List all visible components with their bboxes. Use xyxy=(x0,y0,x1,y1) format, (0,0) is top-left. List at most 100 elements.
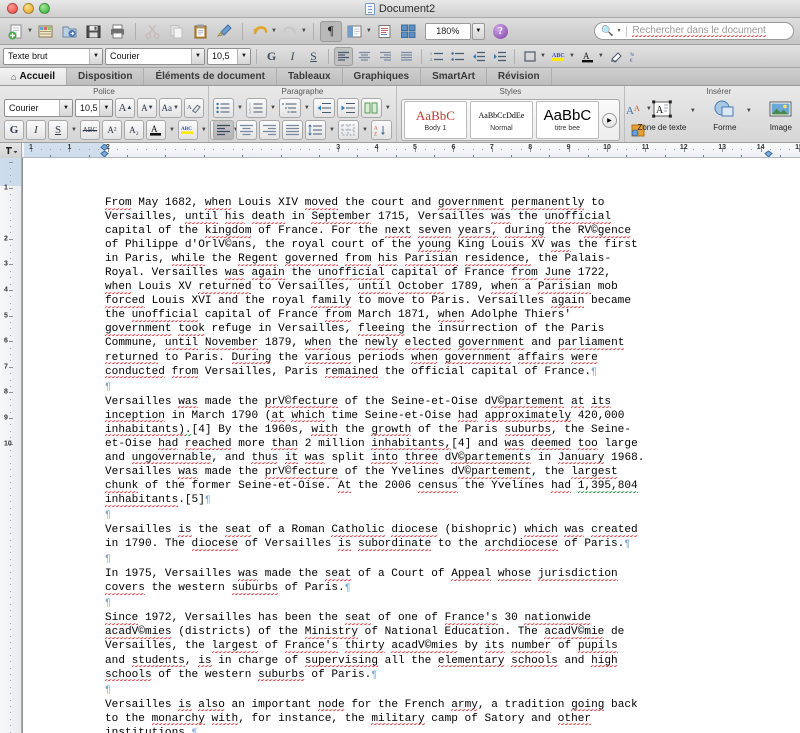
media-browser-icon[interactable] xyxy=(398,21,420,42)
chevron-down-icon[interactable]: ▼ xyxy=(269,105,277,111)
font-combo[interactable]: Courier ▼ xyxy=(105,48,205,65)
spelling-error[interactable]: diocese xyxy=(391,524,438,537)
document-paragraph[interactable]: Versailles is the seat of a Roman Cathol… xyxy=(105,523,790,552)
spelling-error[interactable]: from xyxy=(325,309,352,322)
spelling-error[interactable]: conducted xyxy=(105,366,165,379)
multilevel-list-button[interactable] xyxy=(279,98,301,118)
spelling-error[interactable]: schools xyxy=(105,669,152,682)
spelling-error[interactable]: inhabitants) xyxy=(105,424,185,437)
tab-elements-de-document[interactable]: Éléments de document xyxy=(144,68,276,85)
spelling-error[interactable]: inhabitants, xyxy=(371,438,451,451)
spelling-error[interactable]: army xyxy=(451,699,478,712)
spelling-error[interactable]: affairs xyxy=(518,352,565,365)
style-combo[interactable]: Texte brut ▼ xyxy=(3,48,103,65)
spelling-error[interactable]: when xyxy=(105,281,132,294)
spelling-error[interactable]: government xyxy=(458,337,525,350)
notebook-icon[interactable] xyxy=(374,21,396,42)
text-highlight-button[interactable]: ABC xyxy=(178,120,198,140)
spelling-error[interactable]: September xyxy=(311,211,371,224)
spelling-error[interactable]: also xyxy=(198,699,225,712)
spelling-error[interactable]: V©partement xyxy=(458,466,531,479)
increase-indent-button[interactable] xyxy=(490,47,509,66)
spelling-error[interactable]: when xyxy=(438,309,465,322)
borders-button[interactable] xyxy=(520,47,539,66)
spelling-error[interactable]: from xyxy=(511,267,538,280)
spelling-error[interactable]: acadV©mie xyxy=(544,626,604,639)
spelling-error[interactable]: from xyxy=(345,253,372,266)
spelling-error[interactable]: government xyxy=(105,323,172,336)
help-button[interactable]: ? xyxy=(493,24,508,39)
spelling-error[interactable]: fleeing xyxy=(358,323,405,336)
decrease-indent-button[interactable] xyxy=(469,47,488,66)
horizontal-ruler[interactable]: 1123456789101112131415 xyxy=(22,143,800,158)
spelling-error[interactable]: Regent xyxy=(238,253,278,266)
indent-marker[interactable] xyxy=(100,144,109,157)
spelling-error[interactable]: seat xyxy=(345,612,372,625)
spelling-error[interactable]: unofficial xyxy=(545,211,612,224)
spelling-error[interactable]: were xyxy=(571,352,598,365)
chevron-down-icon[interactable]: ▼ xyxy=(168,127,176,133)
highlight-button[interactable]: ABC xyxy=(549,47,568,66)
spelling-error[interactable]: government xyxy=(445,352,512,365)
spelling-error[interactable]: death xyxy=(252,211,285,224)
empty-paragraph[interactable]: ¶ xyxy=(105,552,790,567)
vertical-ruler[interactable]: 12345678910 xyxy=(0,158,22,733)
spelling-error[interactable]: unofficial xyxy=(318,267,385,280)
underline-button[interactable]: S xyxy=(304,47,323,66)
zoom-input[interactable]: 180% xyxy=(425,23,471,40)
tab-stop-selector[interactable] xyxy=(0,143,22,158)
shrink-font-button[interactable]: A▼ xyxy=(137,98,157,118)
open-icon[interactable] xyxy=(59,21,81,42)
spelling-error[interactable]: which xyxy=(524,524,557,537)
spelling-error[interactable]: inhabitants xyxy=(105,494,178,507)
ribbon-underline-button[interactable]: S xyxy=(48,120,68,140)
chevron-down-icon[interactable]: ▼ xyxy=(191,49,204,64)
spelling-error[interactable]: young xyxy=(418,239,451,252)
chevron-down-icon[interactable]: ▼ xyxy=(89,49,102,64)
spelling-error[interactable]: when xyxy=(205,197,232,210)
ribbon-font-combo[interactable]: Courier ▼ xyxy=(4,99,73,117)
tab-graphiques[interactable]: Graphiques xyxy=(343,68,422,85)
tab-accueil[interactable]: ⌂ Accueil xyxy=(0,68,67,85)
spelling-error[interactable]: was xyxy=(225,267,245,280)
clear-formatting-button[interactable] xyxy=(607,47,626,66)
spelling-error[interactable]: returned xyxy=(105,352,158,365)
spelling-error[interactable]: at xyxy=(571,396,584,409)
spelling-error[interactable]: covers xyxy=(105,582,145,595)
numbered-list-button[interactable]: 12 xyxy=(427,47,446,66)
spelling-error[interactable]: V©partement xyxy=(491,396,564,409)
chevron-down-icon[interactable]: ▼ xyxy=(384,105,392,111)
chevron-down-icon[interactable]: ▼ xyxy=(237,49,250,64)
spelling-error[interactable]: military xyxy=(371,713,424,726)
spelling-error[interactable]: Parisian xyxy=(538,281,591,294)
spelling-error[interactable]: suburbs xyxy=(505,424,552,437)
clear-formatting-icon[interactable]: A xyxy=(184,98,204,118)
strikethrough-button[interactable]: ABC xyxy=(80,120,100,140)
spelling-error[interactable]: Parisian xyxy=(405,253,458,266)
spelling-error[interactable]: other xyxy=(558,713,591,726)
document-text[interactable]: From May 1682, when Louis XIV moved the … xyxy=(105,196,790,733)
document-paragraph[interactable]: Since 1972, Versailles has been the seat… xyxy=(105,611,790,682)
spelling-error[interactable]: November xyxy=(205,337,258,350)
spelling-error[interactable]: France's xyxy=(445,612,498,625)
spelling-error[interactable]: is xyxy=(178,524,191,537)
spelling-error[interactable]: is xyxy=(198,655,211,668)
spelling-error[interactable]: its xyxy=(591,396,611,409)
zoom-button[interactable] xyxy=(39,3,50,14)
spelling-error[interactable]: pupils xyxy=(578,640,618,653)
tab-disposition[interactable]: Disposition xyxy=(67,68,144,85)
spelling-error[interactable]: newly xyxy=(365,337,398,350)
spelling-error[interactable]: seven xyxy=(418,225,451,238)
spelling-error[interactable]: took xyxy=(178,323,205,336)
undo-icon[interactable] xyxy=(249,21,271,42)
spelling-error[interactable]: is xyxy=(178,699,191,712)
spelling-error[interactable]: ungovernable xyxy=(132,452,212,465)
spelling-error[interactable]: largest xyxy=(212,640,259,653)
empty-paragraph[interactable]: ¶ xyxy=(105,508,790,523)
spelling-error[interactable]: when xyxy=(491,281,518,294)
spelling-error[interactable]: going xyxy=(571,699,604,712)
ribbon-font-size-combo[interactable]: 10,5 ▼ xyxy=(75,99,113,117)
cut-icon[interactable] xyxy=(142,21,164,42)
spelling-error[interactable]: forced xyxy=(105,295,145,308)
spelling-error[interactable]: various xyxy=(305,352,352,365)
